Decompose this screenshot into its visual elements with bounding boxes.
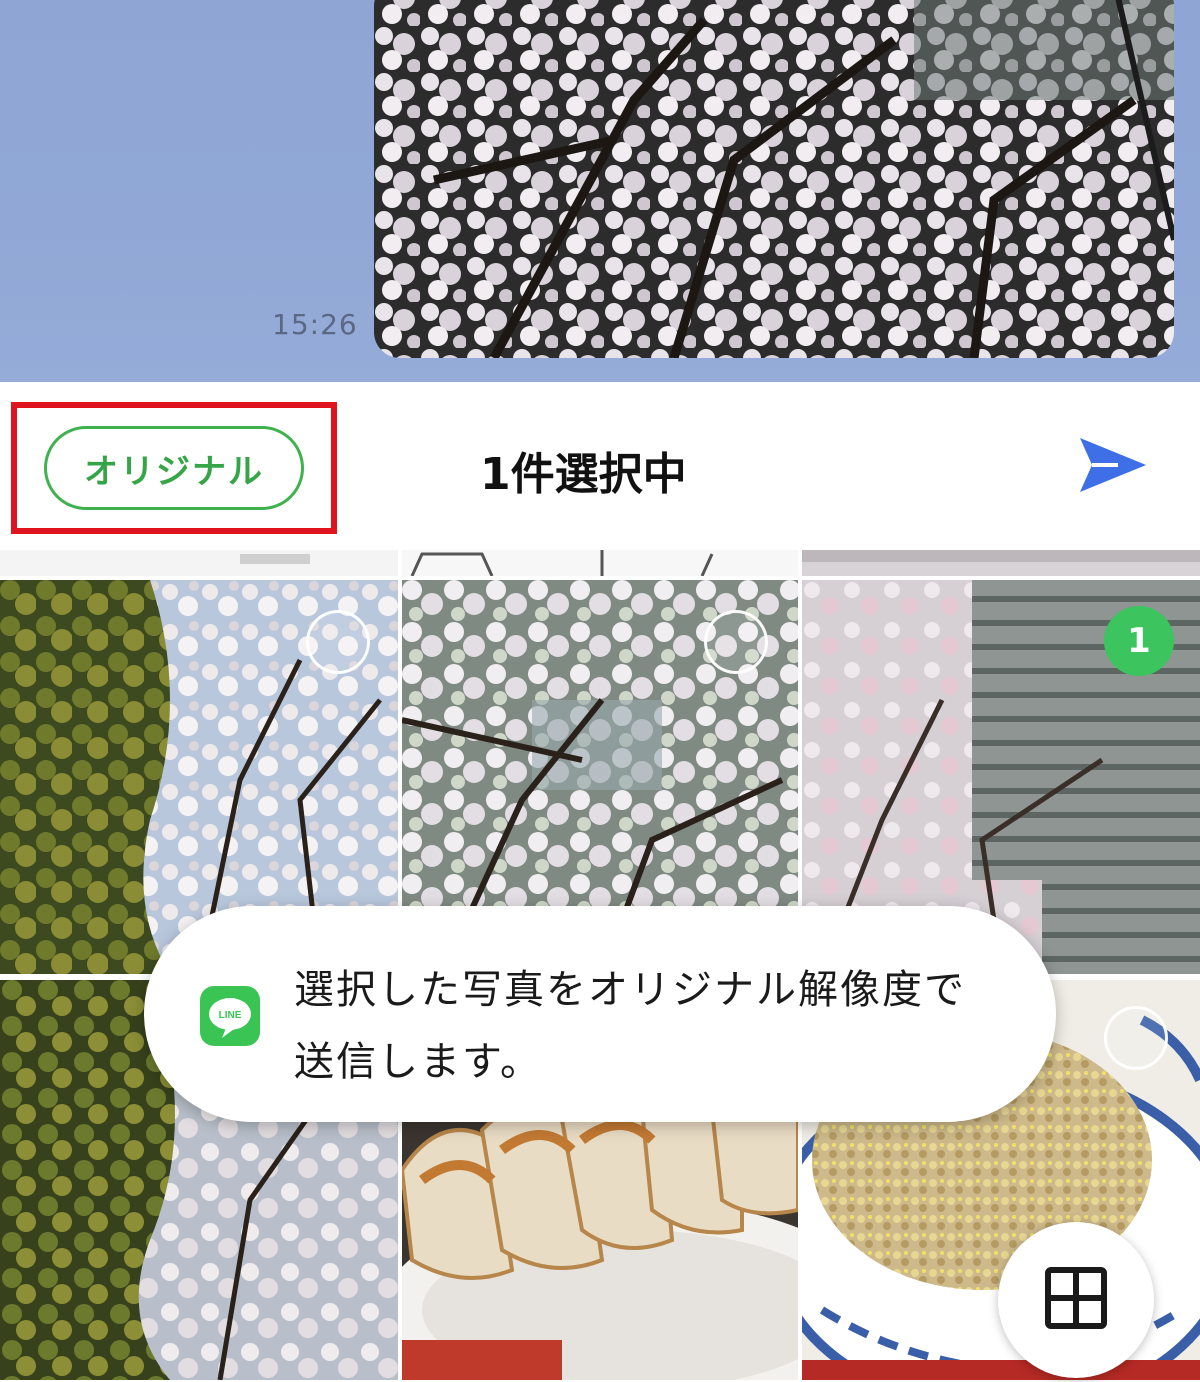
send-icon [1080, 438, 1146, 492]
selection-order-badge[interactable]: 1 [1104, 606, 1174, 676]
toast-notification: LINE 選択した写真をオリジナル解像度で送信します。 [144, 906, 1056, 1122]
selection-count-title: 1件選択中 [480, 449, 687, 500]
grid-view-button[interactable] [998, 1222, 1154, 1378]
original-quality-button[interactable]: オリジナル [44, 426, 304, 510]
grid-icon [1045, 1267, 1107, 1329]
partial-tile-strip [402, 550, 798, 576]
original-quality-label: オリジナル [84, 451, 264, 492]
photo-picker-toolbar: オリジナル 1件選択中 [0, 382, 1200, 550]
partial-tile-strip [802, 550, 1200, 576]
select-checkbox[interactable] [306, 610, 370, 674]
select-checkbox[interactable] [704, 610, 768, 674]
select-checkbox[interactable] [1104, 1006, 1168, 1070]
chat-area: 15:26 [0, 0, 1200, 382]
message-timestamp: 15:26 [272, 308, 358, 341]
line-app-icon: LINE [200, 986, 260, 1046]
partial-tile-strip [0, 550, 398, 576]
send-button[interactable] [1076, 434, 1150, 496]
toast-message: 選択した写真をオリジナル解像度で送信します。 [294, 967, 966, 1085]
sent-photo-message[interactable] [374, 0, 1174, 358]
svg-text:LINE: LINE [219, 1010, 242, 1021]
